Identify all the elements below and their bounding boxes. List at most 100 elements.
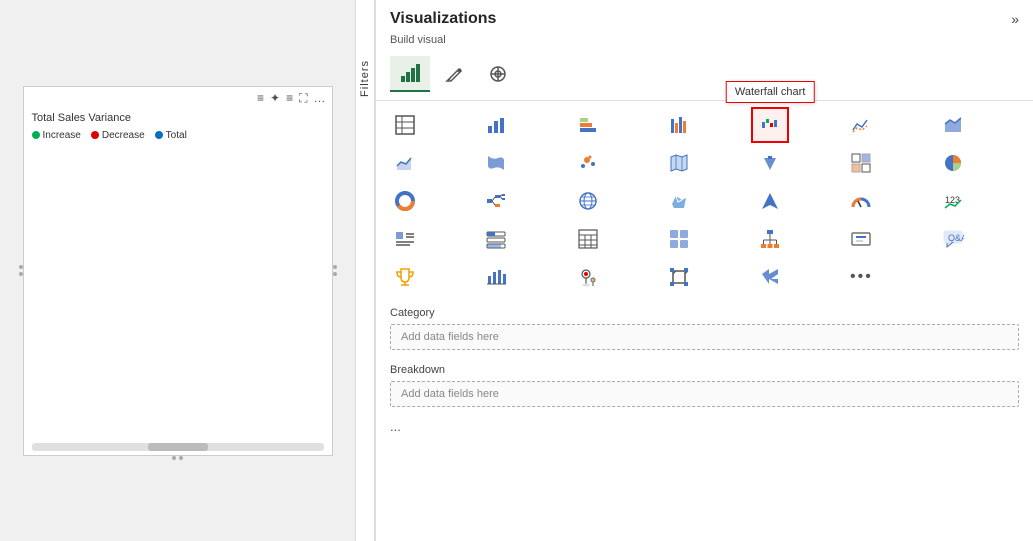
resize-handle-right[interactable] bbox=[332, 256, 338, 286]
viz-ribbon-chart-icon[interactable] bbox=[477, 145, 515, 181]
legend-label-total: Total bbox=[166, 130, 187, 141]
viz-hierarchy-icon[interactable] bbox=[751, 221, 789, 257]
waterfall-svg bbox=[759, 114, 781, 136]
chart-scrollbar[interactable] bbox=[32, 443, 324, 451]
bar-chart-svg bbox=[485, 114, 507, 136]
viz-small-bar-icon[interactable] bbox=[477, 259, 515, 295]
donut-svg bbox=[394, 190, 416, 212]
scatter-svg bbox=[577, 152, 599, 174]
legend-decrease: Decrease bbox=[91, 130, 145, 141]
chevron-svg bbox=[759, 266, 781, 288]
breakdown-field-box[interactable]: Add data fields here bbox=[390, 381, 1019, 407]
resize-handle-left[interactable] bbox=[18, 256, 24, 286]
analytics-svg bbox=[487, 63, 509, 85]
decomp-tree-svg bbox=[485, 190, 507, 212]
viz-header: Visualizations » bbox=[376, 0, 1033, 32]
build-visual-label: Build visual bbox=[376, 32, 1033, 52]
filter-icon[interactable]: ≡ bbox=[286, 91, 293, 106]
viz-q-a-icon[interactable]: Q&A bbox=[934, 221, 972, 257]
viz-top-icons-row bbox=[376, 52, 1033, 101]
viz-gauge-icon[interactable] bbox=[842, 183, 880, 219]
viz-line-chart-icon[interactable] bbox=[842, 107, 880, 143]
filters-label: Filters bbox=[359, 60, 371, 97]
table2-svg bbox=[577, 228, 599, 250]
legend-dot-total bbox=[155, 131, 163, 139]
bottom-ellipsis: ... bbox=[376, 415, 1033, 438]
visualizations-panel: Visualizations » Build visual bbox=[375, 0, 1033, 541]
resize-handle-bottom[interactable] bbox=[163, 455, 193, 461]
viz-nav-icon[interactable] bbox=[751, 183, 789, 219]
shape-svg bbox=[668, 266, 690, 288]
expand-icon[interactable]: ⛶ bbox=[299, 91, 307, 106]
viz-kpi-icon[interactable]: 123 bbox=[934, 183, 972, 219]
hierarchy-svg bbox=[759, 228, 781, 250]
viz-table-icon[interactable] bbox=[386, 107, 424, 143]
viz-build-icon[interactable] bbox=[390, 56, 430, 92]
trophy-svg bbox=[394, 266, 416, 288]
viz-slicer-icon[interactable] bbox=[477, 221, 515, 257]
viz-scatter-icon[interactable] bbox=[569, 145, 607, 181]
pin-icon[interactable]: ✦ bbox=[270, 91, 280, 106]
kpi-svg: 123 bbox=[942, 190, 964, 212]
viz-stacked-bar-icon[interactable] bbox=[569, 107, 607, 143]
legend-increase: Increase bbox=[32, 130, 81, 141]
viz-bar-chart-icon[interactable] bbox=[477, 107, 515, 143]
viz-trophy-icon[interactable] bbox=[386, 259, 424, 295]
build-visual-svg bbox=[399, 62, 421, 84]
pie-chart-svg bbox=[942, 152, 964, 174]
viz-multi-row-card-icon[interactable] bbox=[660, 221, 698, 257]
area-chart-svg bbox=[942, 114, 964, 136]
chart-title: Total Sales Variance bbox=[24, 110, 332, 128]
multi-row-card-svg bbox=[668, 228, 690, 250]
shape-map-svg bbox=[668, 190, 690, 212]
viz-matrix-icon[interactable] bbox=[842, 145, 880, 181]
viz-line-area-icon[interactable] bbox=[386, 145, 424, 181]
viz-clustered-bar-icon[interactable] bbox=[660, 107, 698, 143]
clustered-bar-svg bbox=[668, 114, 690, 136]
viz-chevron-icon[interactable] bbox=[751, 259, 789, 295]
smart-narrative-svg bbox=[394, 228, 416, 250]
viz-decomp-tree-icon[interactable] bbox=[477, 183, 515, 219]
legend-total: Total bbox=[155, 130, 187, 141]
viz-area-chart-icon[interactable] bbox=[934, 107, 972, 143]
viz-globe-icon[interactable] bbox=[569, 183, 607, 219]
nav-svg bbox=[759, 190, 781, 212]
canvas-area: ≡ ✦ ≡ ⛶ … Total Sales Variance Increase … bbox=[0, 0, 355, 541]
stacked-bar-svg bbox=[577, 114, 599, 136]
ellipsis-icon[interactable]: … bbox=[314, 91, 326, 106]
viz-shape-map-icon[interactable] bbox=[660, 183, 698, 219]
line-area-svg bbox=[394, 152, 416, 174]
slicer-svg bbox=[485, 228, 507, 250]
viz-panel-title: Visualizations bbox=[390, 10, 496, 28]
legend-dot-increase bbox=[32, 131, 40, 139]
funnel-svg bbox=[759, 152, 781, 174]
viz-waterfall-icon[interactable]: Waterfall chart bbox=[751, 107, 789, 143]
viz-format-icon[interactable] bbox=[434, 56, 474, 92]
viz-analytics-icon[interactable] bbox=[478, 56, 518, 92]
viz-map-filled-icon[interactable] bbox=[660, 145, 698, 181]
format-visual-svg bbox=[443, 63, 465, 85]
viz-table2-icon[interactable] bbox=[569, 221, 607, 257]
viz-donut-icon[interactable] bbox=[386, 183, 424, 219]
chart-drawing-area bbox=[24, 143, 332, 439]
viz-shape-icon[interactable] bbox=[660, 259, 698, 295]
filters-bar[interactable]: Filters bbox=[355, 0, 375, 541]
viz-more-icon[interactable]: ••• bbox=[842, 259, 880, 295]
gauge-svg bbox=[850, 190, 872, 212]
more-options-icon[interactable]: ≡ bbox=[257, 91, 264, 106]
category-label: Category bbox=[376, 301, 1033, 322]
legend-label-decrease: Decrease bbox=[102, 130, 145, 141]
legend-label-increase: Increase bbox=[43, 130, 81, 141]
line-chart-svg bbox=[850, 114, 872, 136]
viz-nav-right[interactable]: » bbox=[1011, 11, 1019, 27]
viz-smart-narrative-icon[interactable] bbox=[386, 221, 424, 257]
viz-pin-map-icon[interactable] bbox=[569, 259, 607, 295]
viz-funnel-icon[interactable] bbox=[751, 145, 789, 181]
viz-icon-grid: Waterfall chart bbox=[376, 101, 1033, 301]
scrollbar-thumb[interactable] bbox=[148, 443, 208, 451]
category-field-box[interactable]: Add data fields here bbox=[390, 324, 1019, 350]
viz-pie-chart-icon[interactable] bbox=[934, 145, 972, 181]
chart-legend: Increase Decrease Total bbox=[24, 128, 332, 143]
chart-visual[interactable]: ≡ ✦ ≡ ⛶ … Total Sales Variance Increase … bbox=[23, 86, 333, 456]
viz-card-icon[interactable] bbox=[842, 221, 880, 257]
